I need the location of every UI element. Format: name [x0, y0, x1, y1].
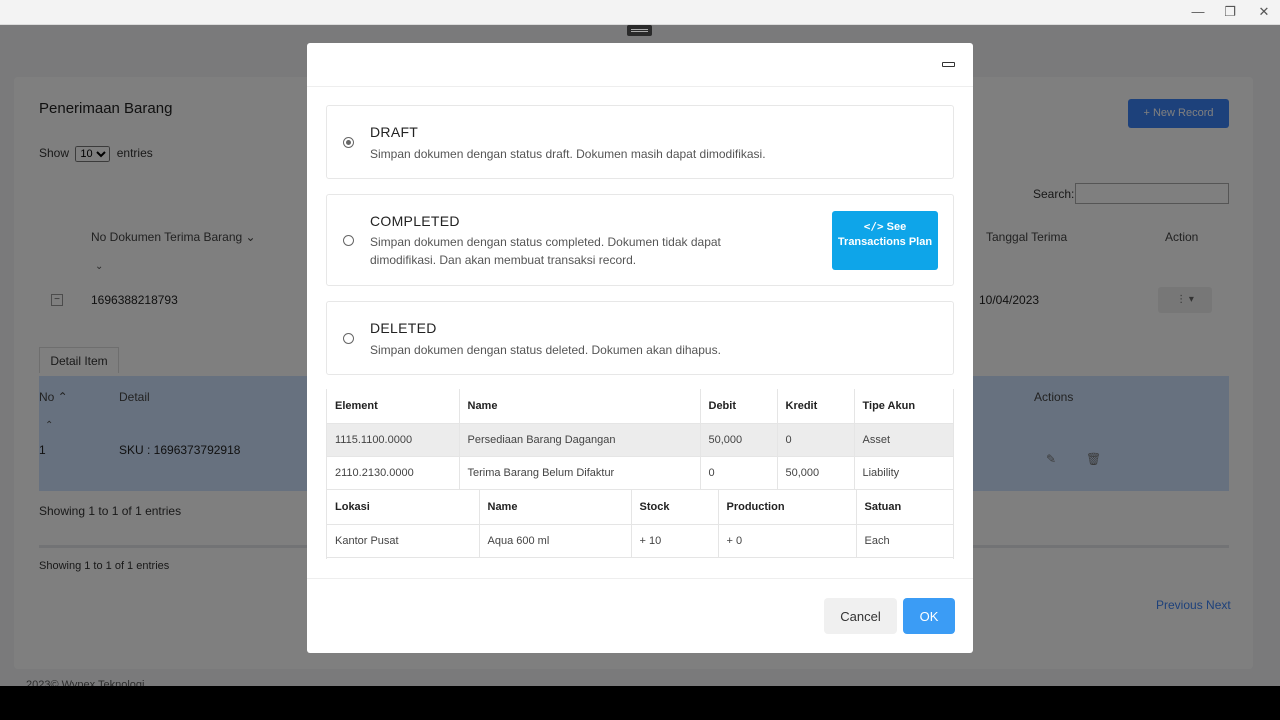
journal-header-kredit: Kredit: [777, 389, 855, 423]
code-icon: </>: [863, 220, 884, 233]
stock-header-lokasi: Lokasi: [327, 490, 480, 524]
journal-cell: 0: [700, 456, 778, 489]
journal-cell: 50,000: [700, 423, 778, 456]
maximize-window-button[interactable]: ❐: [1215, 3, 1245, 21]
option-draft-title: DRAFT: [370, 124, 419, 140]
radio-completed[interactable]: [343, 235, 354, 246]
save-status-dialog: DRAFT Simpan dokumen dengan status draft…: [307, 43, 973, 653]
see-transactions-plan-button[interactable]: </> See Transactions Plan: [832, 211, 938, 270]
stock-cell: Kantor Pusat: [327, 524, 480, 557]
radio-draft[interactable]: [343, 137, 354, 148]
journal-cell: Liability: [862, 466, 900, 479]
minimize-window-button[interactable]: —: [1183, 3, 1213, 21]
journal-header-debit: Debit: [700, 389, 778, 423]
modal-header: [307, 43, 973, 87]
stock-cell: + 10: [631, 524, 719, 557]
journal-header-name: Name: [459, 389, 701, 423]
radio-deleted[interactable]: [343, 333, 354, 344]
option-completed[interactable]: COMPLETED Simpan dokumen dengan status c…: [326, 194, 954, 286]
option-completed-title: COMPLETED: [370, 213, 460, 229]
journal-header-tipe-akun: Tipe Akun: [862, 399, 916, 412]
drag-handle[interactable]: [627, 25, 652, 36]
table-row: 2110.2130.0000 Terima Barang Belum Difak…: [327, 456, 953, 489]
transactions-tables[interactable]: Element Name Debit Kredit Tipe Akun 1115…: [326, 389, 954, 559]
option-deleted[interactable]: DELETED Simpan dokumen dengan status del…: [326, 301, 954, 375]
ok-button[interactable]: OK: [903, 598, 955, 634]
option-draft[interactable]: DRAFT Simpan dokumen dengan status draft…: [326, 105, 954, 179]
stock-header-satuan: Satuan: [864, 500, 902, 513]
stock-header-row: Lokasi Name Stock Production Satuan: [327, 490, 953, 524]
option-deleted-title: DELETED: [370, 320, 437, 336]
stock-header-production: Production: [718, 490, 857, 524]
journal-cell: 1115.1100.0000: [327, 423, 460, 456]
table-row: 1115.1100.0000 Persediaan Barang Daganga…: [327, 423, 953, 456]
modal-footer: Cancel OK: [307, 578, 973, 653]
stock-cell: Each: [864, 534, 890, 547]
stock-header-stock: Stock: [631, 490, 719, 524]
close-window-button[interactable]: ✕: [1249, 3, 1279, 21]
stock-header-name: Name: [479, 490, 632, 524]
window-titlebar: — ❐ ✕: [0, 0, 1280, 25]
see-transactions-plan-label: See Transactions Plan: [837, 221, 933, 248]
journal-header-row: Element Name Debit Kredit Tipe Akun: [327, 389, 953, 423]
journal-cell: Persediaan Barang Dagangan: [459, 423, 701, 456]
option-completed-desc: Simpan dokumen dengan status completed. …: [370, 235, 721, 267]
bottom-bar: [0, 686, 1280, 720]
journal-cell: 0: [777, 423, 855, 456]
table-row: Kantor Pusat Aqua 600 ml + 10 + 0 Each: [327, 524, 953, 557]
journal-cell: 50,000: [777, 456, 855, 489]
stock-cell: Aqua 600 ml: [479, 524, 632, 557]
stock-cell: + 0: [718, 524, 857, 557]
journal-cell: Terima Barang Belum Difaktur: [459, 456, 701, 489]
journal-cell: Asset: [854, 423, 953, 456]
journal-table: Element Name Debit Kredit Tipe Akun 1115…: [327, 389, 953, 490]
cancel-button[interactable]: Cancel: [824, 598, 897, 634]
option-deleted-desc: Simpan dokumen dengan status deleted. Do…: [370, 343, 721, 357]
journal-header-element: Element: [327, 389, 460, 423]
option-draft-desc: Simpan dokumen dengan status draft. Doku…: [370, 147, 766, 161]
journal-cell: 2110.2130.0000: [327, 456, 460, 489]
stock-table: Lokasi Name Stock Production Satuan Kant…: [327, 490, 953, 558]
minimize-dialog-icon[interactable]: [942, 62, 955, 67]
